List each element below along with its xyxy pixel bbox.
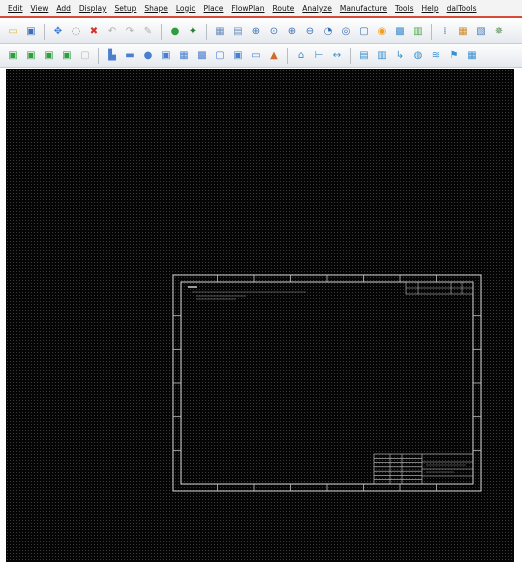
menu-place[interactable]: Place	[199, 4, 227, 13]
menu-logic[interactable]: Logic	[172, 4, 200, 13]
save-icon[interactable]: ▣	[24, 25, 38, 39]
menu-analyze[interactable]: Analyze	[298, 4, 336, 13]
menu-daltools[interactable]: dalTools	[443, 4, 481, 13]
add-void-icon[interactable]: ▢	[213, 49, 227, 63]
menu-edit[interactable]: Edit	[4, 4, 27, 13]
sheet-outer-border	[172, 274, 482, 492]
open-icon[interactable]: ▭	[6, 25, 20, 39]
delete-icon[interactable]: ✖	[87, 25, 101, 39]
menu-shape[interactable]: Shape	[140, 4, 172, 13]
grid-layers-icon[interactable]: ▤	[231, 25, 245, 39]
add-shape-icon[interactable]: ▦	[177, 49, 191, 63]
add-frame-icon[interactable]: ▣	[159, 49, 173, 63]
color-view-icon[interactable]: ▥	[411, 25, 425, 39]
toolbar-separator	[350, 47, 351, 64]
settings-icon[interactable]: ✵	[492, 25, 506, 39]
bundle-icon[interactable]: ▤	[357, 49, 371, 63]
toolbar-separator	[287, 47, 288, 64]
menu-manufacture[interactable]: Manufacture	[336, 4, 391, 13]
zoom-selection-icon[interactable]: ▢	[357, 25, 371, 39]
flag-icon[interactable]: ⚑	[447, 49, 461, 63]
title-block	[373, 453, 474, 485]
flow-icon[interactable]: ↳	[393, 49, 407, 63]
toolbar-secondary: ▣ ▣ ▣ ▣ ▢ ▙ ▬ ● ▣ ▦ ▩ ▢ ▣ ▭ ▲ ⌂ ⊢ ↔ ▤ ▥ ↳ ◍ ≋ ⚑ ▦	[0, 44, 522, 68]
add-rect-icon[interactable]: ▬	[123, 49, 137, 63]
highlight-icon[interactable]: ●	[168, 25, 182, 39]
menu-route[interactable]: Route	[269, 4, 299, 13]
zoom-previous-icon[interactable]: ◔	[321, 25, 335, 39]
refresh-icon[interactable]: ◉	[375, 25, 389, 39]
zoom-center-icon[interactable]: ◎	[339, 25, 353, 39]
package-green-icon[interactable]: ▣	[60, 49, 74, 63]
redo-icon[interactable]: ↷	[123, 25, 137, 39]
dimension-icon[interactable]: ⊢	[312, 49, 326, 63]
add-line-icon[interactable]: ▙	[105, 49, 119, 63]
header-label-mark	[188, 286, 197, 288]
zoom-in-icon[interactable]: ⊕	[249, 25, 263, 39]
drawing-sheet	[172, 274, 482, 492]
disabled-tool-icon[interactable]: ▢	[78, 49, 92, 63]
menu-add[interactable]: Add	[52, 4, 75, 13]
menu-tools[interactable]: Tools	[391, 4, 417, 13]
menu-bar: Edit View Add Display Setup Shape Logic Place Fl…	[0, 0, 522, 18]
zoom-world-icon[interactable]: ⊕	[285, 25, 299, 39]
copy-icon[interactable]: ◌	[69, 25, 83, 39]
toolbar-separator	[431, 23, 432, 40]
edit-icon[interactable]: ✎	[141, 25, 155, 39]
cluster-icon[interactable]: ▥	[375, 49, 389, 63]
menu-help[interactable]: Help	[418, 4, 443, 13]
properties-icon[interactable]: ▧	[474, 25, 488, 39]
toolbar-primary: ▭ ▣ ✥ ◌ ✖ ↶ ↷ ✎ ● ✦ ▦ ▤ ⊕ ⊙ ⊕ ⊖ ◔ ◎ ▢ ◉ ▩ ▥ ⁞ ▦ ▧ ✵	[0, 20, 522, 44]
pin-icon[interactable]: ✦	[186, 25, 200, 39]
toolbar-separator	[206, 23, 207, 40]
toolbar-separator	[161, 23, 162, 40]
design-canvas[interactable]	[6, 69, 514, 562]
3d-view-icon[interactable]: ▩	[393, 25, 407, 39]
toolbar-separator	[44, 23, 45, 40]
schematic-green-icon[interactable]: ▣	[6, 49, 20, 63]
menu-display[interactable]: Display	[75, 4, 111, 13]
toolbar-separator	[98, 47, 99, 64]
vias-icon[interactable]: ⁞	[438, 25, 452, 39]
sheet-header-marks	[188, 286, 306, 300]
revision-block	[405, 281, 474, 295]
board-green-icon[interactable]: ▣	[24, 49, 38, 63]
zoom-out-icon[interactable]: ⊖	[303, 25, 317, 39]
route-icon[interactable]: ≋	[429, 49, 443, 63]
menu-flowplan[interactable]: FlowPlan	[227, 4, 268, 13]
zoom-fit-icon[interactable]: ⊙	[267, 25, 281, 39]
layers-icon[interactable]: ▦	[456, 25, 470, 39]
canvas-right-margin	[514, 69, 522, 562]
add-text-icon[interactable]: ▭	[249, 49, 263, 63]
menu-setup[interactable]: Setup	[111, 4, 141, 13]
home-icon[interactable]: ⌂	[294, 49, 308, 63]
add-polygon-icon[interactable]: ▩	[195, 49, 209, 63]
grid-toggle-icon[interactable]: ▦	[213, 25, 227, 39]
move-icon[interactable]: ✥	[51, 25, 65, 39]
group-icon[interactable]: ◍	[411, 49, 425, 63]
report-icon[interactable]: ▦	[465, 49, 479, 63]
undo-icon[interactable]: ↶	[105, 25, 119, 39]
menu-view[interactable]: View	[27, 4, 53, 13]
add-circle-icon[interactable]: ●	[141, 49, 155, 63]
sheet-zone-ticks	[173, 275, 481, 491]
layout-green-icon[interactable]: ▣	[42, 49, 56, 63]
add-outline-icon[interactable]: ▣	[231, 49, 245, 63]
measure-icon[interactable]: ↔	[330, 49, 344, 63]
stack-icon[interactable]: ▲	[267, 49, 281, 63]
